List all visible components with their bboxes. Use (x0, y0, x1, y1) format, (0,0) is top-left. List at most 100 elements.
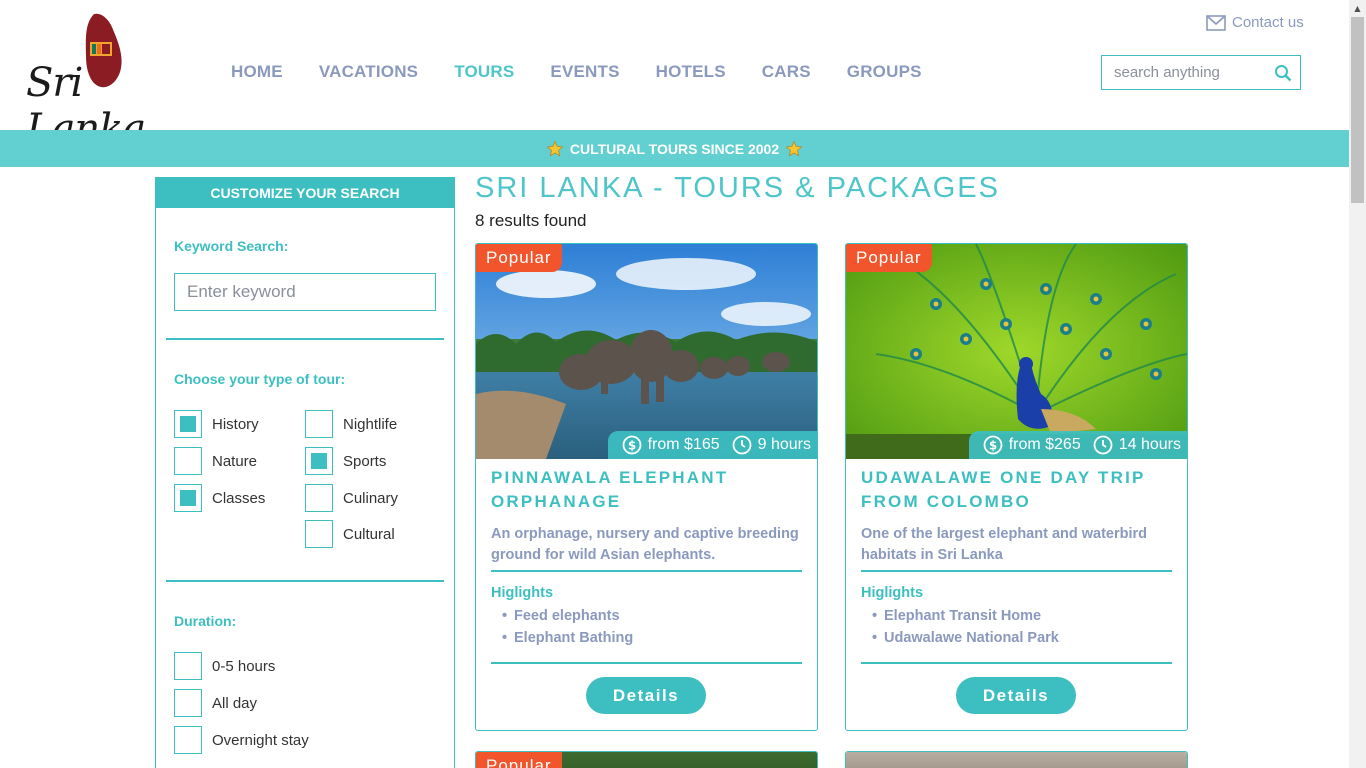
duration-text: 14 hours (1118, 436, 1181, 453)
tour-card: Popular $ from $265 14 hours UDAWALAWE O… (845, 243, 1188, 731)
checkbox-sports[interactable]: Sports (305, 447, 386, 475)
highlight-item: Feed elephants (502, 605, 633, 627)
results-count: 8 results found (475, 211, 587, 230)
nav-cars[interactable]: CARS (762, 62, 811, 82)
price-info: $ from $165 (622, 435, 720, 455)
tour-title[interactable]: UDAWALAWE ONE DAY TRIP FROM COLOMBO (861, 466, 1171, 514)
checkbox-label: All day (212, 694, 258, 712)
popular-badge: Popular (846, 244, 932, 272)
star-icon (785, 140, 803, 157)
highlights-list: Feed elephants Elephant Bathing (502, 605, 633, 649)
tour-description: An orphanage, nursery and captive breedi… (491, 526, 799, 563)
checkbox-box[interactable] (174, 410, 202, 438)
search-input[interactable] (1114, 64, 1274, 81)
checkbox-box[interactable] (174, 726, 202, 754)
details-button[interactable]: Details (586, 677, 706, 714)
filter-panel-title: CUSTOMIZE YOUR SEARCH (156, 177, 454, 208)
checkbox-box[interactable] (174, 484, 202, 512)
tour-image-elephants[interactable] (476, 244, 817, 459)
checkbox-box[interactable] (305, 447, 333, 475)
contact-link[interactable]: Contact us (1206, 14, 1304, 31)
card-divider (861, 662, 1172, 664)
nav-vacations[interactable]: VACATIONS (319, 62, 418, 82)
keyword-input[interactable] (174, 273, 436, 311)
checkbox-culinary[interactable]: Culinary (305, 484, 398, 512)
envelope-icon (1206, 14, 1226, 31)
checkbox-label: History (212, 415, 259, 433)
price-info: $ from $265 (983, 435, 1081, 455)
filter-divider (166, 580, 444, 582)
details-button[interactable]: Details (956, 677, 1076, 714)
price-text: from $165 (647, 436, 720, 453)
page-title: SRI LANKA - TOURS & PACKAGES (475, 172, 1000, 204)
search-filter-panel: CUSTOMIZE YOUR SEARCH Keyword Search: Ch… (155, 177, 455, 768)
scroll-up-arrow-icon[interactable]: ▲ (1349, 0, 1366, 17)
checkbox-nature[interactable]: Nature (174, 447, 257, 475)
site-header: Sri Lanka HOME VACATIONS TOURS EVENTS HO… (0, 0, 1349, 152)
card-divider (491, 570, 802, 572)
dollar-icon: $ (622, 435, 641, 455)
checkbox-box[interactable] (174, 652, 202, 680)
duration-info: 9 hours (732, 435, 811, 455)
tour-description: One of the largest elephant and waterbir… (861, 526, 1148, 563)
checkbox-box[interactable] (305, 520, 333, 548)
tour-meta-bar: $ from $165 9 hours (607, 431, 817, 459)
nav-events[interactable]: EVENTS (550, 62, 619, 82)
peacock-photo (846, 244, 1187, 459)
checkbox-history[interactable]: History (174, 410, 259, 438)
highlights-title: Higlights (861, 585, 924, 601)
card-divider (861, 570, 1172, 572)
star-icon (546, 140, 564, 157)
checkbox-cultural[interactable]: Cultural (305, 520, 395, 548)
highlight-item: Elephant Transit Home (872, 605, 1059, 627)
nav-tours[interactable]: TOURS (454, 62, 514, 82)
checkbox-box[interactable] (305, 410, 333, 438)
checkbox-nightlife[interactable]: Nightlife (305, 410, 397, 438)
popular-badge: Popular (476, 244, 562, 272)
checkbox-label: Cultural (343, 525, 395, 543)
svg-text:$: $ (989, 439, 997, 453)
checkbox-0-5-hours[interactable]: 0-5 hours (174, 652, 275, 680)
nav-hotels[interactable]: HOTELS (656, 62, 726, 82)
main-nav: HOME VACATIONS TOURS EVENTS HOTELS CARS … (231, 62, 958, 82)
checkbox-classes[interactable]: Classes (174, 484, 265, 512)
checkbox-label: Overnight stay (212, 731, 309, 749)
search-icon[interactable] (1274, 64, 1292, 82)
nav-groups[interactable]: GROUPS (847, 62, 922, 82)
checkbox-label: 0-5 hours (212, 657, 276, 675)
highlight-item: Udawalawe National Park (872, 627, 1059, 649)
tour-meta-bar: $ from $265 14 hours (968, 431, 1187, 459)
clock-icon (1093, 435, 1113, 455)
price-text: from $265 (1008, 436, 1081, 453)
clock-icon (732, 435, 752, 455)
tour-title[interactable]: PINNAWALA ELEPHANT ORPHANAGE (491, 466, 801, 514)
filter-divider (166, 338, 444, 340)
dollar-icon: $ (983, 435, 1003, 455)
tour-card: Popular $ from $165 9 hours PINNAWALA EL… (475, 243, 818, 731)
highlights-list: Elephant Transit Home Udawalawe National… (872, 605, 1059, 649)
highlight-item: Elephant Bathing (502, 627, 633, 649)
checkbox-overnight-stay[interactable]: Overnight stay (174, 726, 309, 754)
scrollbar-thumb[interactable] (1351, 17, 1364, 203)
nav-home[interactable]: HOME (231, 62, 283, 82)
site-logo[interactable]: Sri Lanka (24, 10, 184, 152)
page-scrollbar[interactable]: ▲ (1349, 0, 1366, 768)
tour-card (845, 751, 1188, 768)
tour-type-label: Choose your type of tour: (174, 371, 346, 387)
contact-label: Contact us (1232, 14, 1304, 31)
checkbox-all-day[interactable]: All day (174, 689, 257, 717)
checkbox-label: Nature (212, 452, 258, 470)
checkbox-box[interactable] (174, 689, 202, 717)
tour-image-peacock[interactable] (846, 244, 1187, 459)
elephants-photo (476, 244, 817, 459)
duration-label: Duration: (174, 613, 237, 629)
keyword-label: Keyword Search: (174, 238, 289, 254)
banner-text: CULTURAL TOURS SINCE 2002 (569, 140, 780, 157)
popular-badge: Popular (476, 752, 562, 768)
duration-info: 14 hours (1093, 435, 1181, 455)
tour-image[interactable] (846, 752, 1187, 768)
checkbox-box[interactable] (305, 484, 333, 512)
checkbox-box[interactable] (174, 447, 202, 475)
duration-text: 9 hours (757, 436, 811, 453)
checkbox-label: Sports (343, 452, 387, 470)
